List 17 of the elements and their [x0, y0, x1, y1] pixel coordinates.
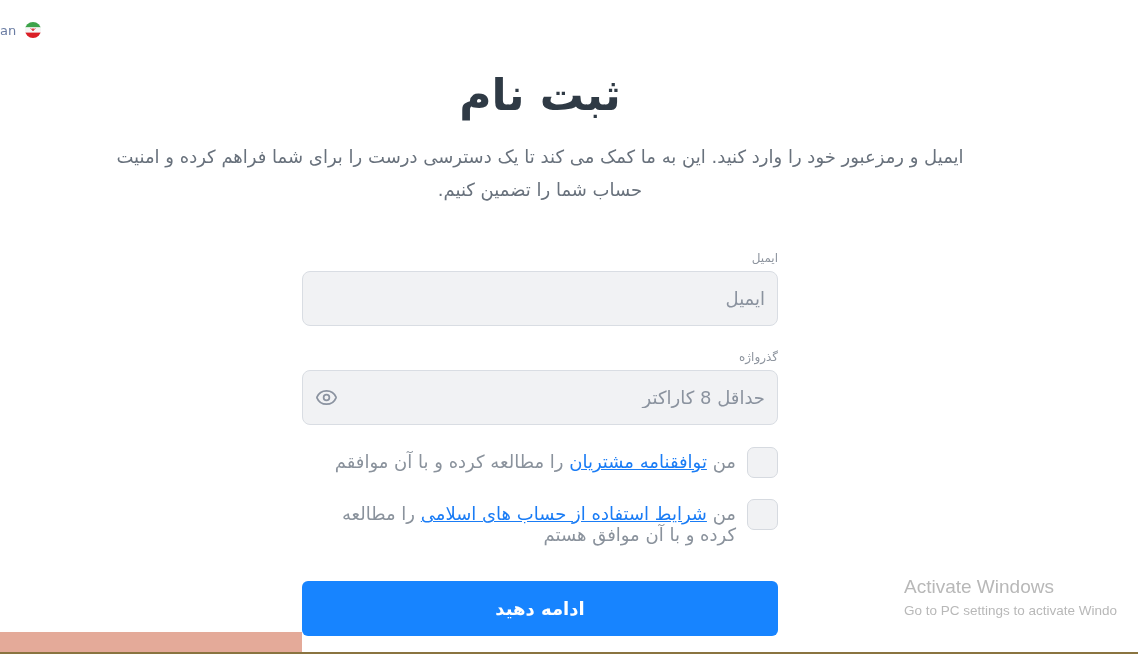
activation-notice-text: Go to PC settings to activate Windo [904, 602, 1118, 620]
agreement-checkbox[interactable] [747, 499, 778, 530]
page-title: ثبت نام [459, 68, 621, 123]
language-button[interactable]: an [0, 22, 42, 38]
continue-button[interactable]: ادامه دهید [302, 581, 778, 636]
agreement-text: من توافقنامه مشتریان را مطالعه کرده و با آن موافقم [333, 450, 736, 472]
terms-link[interactable]: شرایط استفاده از حساب های اسلامی [420, 503, 707, 524]
terms-link[interactable]: توافقنامه مشتریان [569, 451, 707, 472]
password-field[interactable]: حداقل 8 کاراکتر [302, 370, 778, 425]
flag-icon [25, 22, 42, 38]
email-field[interactable]: ایمیل [302, 271, 778, 326]
field-label: ایمیل [751, 250, 778, 266]
agreement-checkbox[interactable] [747, 447, 778, 478]
page-description: ایمیل و رمزعبور خود را وارد کنید. این به ما کمک می کند تا یک دسترسی درست را برای شما فراهم کرده و امنیت حساب شما را تضمین کنیم. [115, 145, 965, 203]
activation-notice-title: Activate Windows [904, 575, 1055, 599]
field-label: گذرواژه [738, 349, 778, 365]
agreement-text: من شرایط استفاده از حساب های اسلامی را مطالعه کرده و با آن موافق هستم [340, 502, 736, 545]
